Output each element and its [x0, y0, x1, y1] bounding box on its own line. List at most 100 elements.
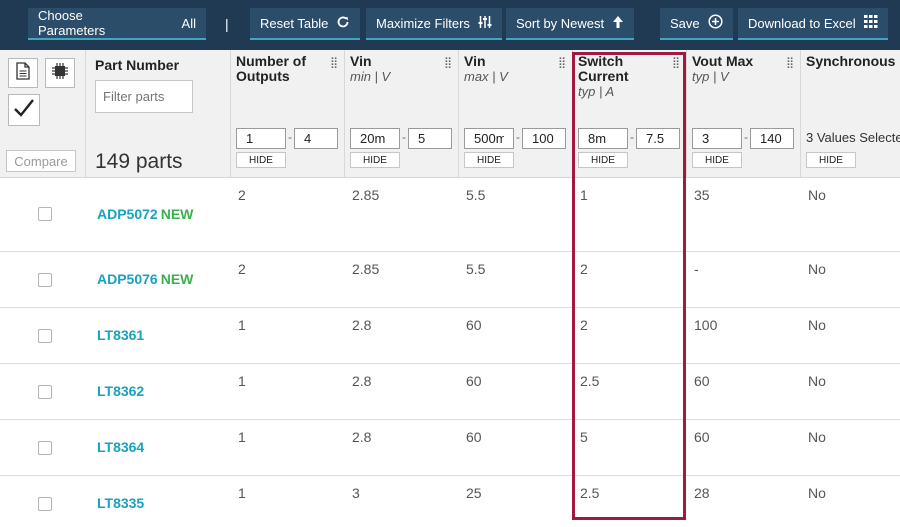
column-header-outputs[interactable]: Number of Outputs: [236, 54, 306, 84]
cell-switch-current: 2.5: [580, 485, 600, 501]
part-link[interactable]: LT8335: [97, 495, 144, 511]
vin-max-max-input[interactable]: [522, 128, 566, 149]
part-link[interactable]: LT8361: [97, 327, 144, 343]
part-number-header[interactable]: Part Number: [95, 57, 179, 73]
drag-handle-icon[interactable]: ⣿: [558, 56, 566, 69]
reset-table-button[interactable]: Reset Table: [250, 8, 361, 40]
vout-max-max-input[interactable]: [750, 128, 794, 149]
column-header-switch-current[interactable]: Switch Current typ | A: [578, 53, 629, 100]
download-excel-button[interactable]: Download to Excel: [738, 8, 888, 40]
cell-vout-max: 28: [694, 485, 710, 501]
drag-handle-icon[interactable]: ⣿: [672, 56, 680, 69]
column-title: Synchronous: [806, 53, 896, 69]
column-divider: [458, 50, 459, 178]
switch-current-min-input[interactable]: [578, 128, 628, 149]
checkmark-icon: [13, 98, 35, 123]
part-link[interactable]: LT8362: [97, 383, 144, 399]
column-header-vout-max[interactable]: Vout Max typ | V: [692, 53, 754, 85]
cell-vin-max: 5.5: [466, 187, 486, 203]
column-title: Switch: [578, 53, 624, 69]
part-number: LT8335: [97, 495, 145, 511]
column-subtitle: typ | A: [578, 84, 615, 99]
table-header: Compare Part Number 149 parts Number of …: [0, 50, 900, 178]
row-checkbox[interactable]: [38, 441, 52, 455]
select-all-button[interactable]: [8, 94, 40, 126]
part-link[interactable]: LT8364: [97, 439, 144, 455]
column-header-vin-max[interactable]: Vin max | V: [464, 54, 508, 85]
hide-outputs-button[interactable]: HIDE: [236, 152, 286, 168]
part-number: LT8362: [97, 383, 145, 399]
vin-min-min-input[interactable]: [350, 128, 400, 149]
hide-vout-max-button[interactable]: HIDE: [692, 152, 742, 168]
outputs-min-input[interactable]: [236, 128, 286, 149]
row-checkbox[interactable]: [38, 207, 52, 221]
cell-vout-max: 100: [694, 317, 718, 333]
choose-parameters-button[interactable]: Choose Parameters All: [28, 8, 206, 40]
vin-min-max-input[interactable]: [408, 128, 452, 149]
hide-vin-min-button[interactable]: HIDE: [350, 152, 400, 168]
outputs-max-input[interactable]: [294, 128, 338, 149]
row-checkbox[interactable]: [38, 273, 52, 287]
drag-handle-icon[interactable]: ⣿: [786, 56, 794, 69]
sort-by-newest-button[interactable]: Sort by Newest: [506, 8, 635, 40]
cell-outputs: 1: [238, 485, 246, 501]
cell-vout-max: 35: [694, 187, 710, 203]
synchronous-values-dropdown[interactable]: 3 Values Selected: [806, 130, 900, 145]
column-divider: [686, 50, 687, 178]
vout-max-min-input[interactable]: [692, 128, 742, 149]
drag-handle-icon[interactable]: ⣿: [444, 56, 452, 69]
choose-parameters-label: Choose Parameters: [38, 8, 106, 38]
cell-switch-current: 2.5: [580, 373, 600, 389]
table-row: ADP5072 NEW 2 2.85 5.5 1 35 No: [0, 178, 900, 252]
table-row: LT8361 1 2.8 60 2 100 No: [0, 308, 900, 364]
toolbar: Choose Parameters All | Reset Table Maxi…: [0, 0, 900, 50]
chip-view-button[interactable]: [45, 58, 75, 88]
cell-vin-min: 2.85: [352, 187, 380, 203]
column-divider: [230, 50, 231, 178]
part-link[interactable]: ADP5072 NEW: [97, 206, 193, 222]
cell-switch-current: 2: [580, 261, 588, 277]
row-checkbox[interactable]: [38, 497, 52, 511]
cell-switch-current: 5: [580, 429, 588, 445]
hide-switch-current-button[interactable]: HIDE: [578, 152, 628, 168]
part-link[interactable]: ADP5076 NEW: [97, 271, 193, 287]
row-checkbox[interactable]: [38, 329, 52, 343]
drag-handle-icon[interactable]: ⣿: [330, 56, 338, 69]
document-view-button[interactable]: [8, 58, 38, 88]
table-row: LT8335 1 3 25 2.5 28 No: [0, 476, 900, 527]
cell-vin-min: 2.85: [352, 261, 380, 277]
chip-icon: [51, 62, 69, 85]
cell-vin-max: 60: [466, 317, 482, 333]
column-header-synchronous[interactable]: Synchronous: [806, 54, 895, 69]
column-header-vin-min[interactable]: Vin min | V: [350, 53, 390, 85]
vin-max-min-input[interactable]: [464, 128, 514, 149]
cell-vin-max: 60: [466, 373, 482, 389]
hide-vin-max-button[interactable]: HIDE: [464, 152, 514, 168]
column-title: Vout Max: [692, 53, 754, 69]
column-title: Vin: [350, 53, 372, 69]
row-checkbox[interactable]: [38, 385, 52, 399]
column-divider: [572, 50, 573, 178]
maximize-filters-button[interactable]: Maximize Filters: [366, 8, 502, 40]
cell-outputs: 2: [238, 261, 246, 277]
cell-switch-current: 2: [580, 317, 588, 333]
column-title: Number of: [236, 53, 306, 69]
column-title-line2: Current: [578, 68, 629, 84]
switch-current-max-input[interactable]: [636, 128, 680, 149]
range-dash: -: [630, 130, 634, 144]
cell-vin-max: 5.5: [466, 261, 486, 277]
filter-parts-input[interactable]: [95, 80, 193, 113]
cell-vout-max: -: [694, 261, 699, 277]
cell-vin-min: 3: [352, 485, 360, 501]
compare-button[interactable]: Compare: [6, 150, 76, 172]
column-subtitle: typ | V: [692, 69, 729, 84]
toolbar-separator: |: [225, 16, 229, 32]
range-dash: -: [744, 130, 748, 144]
sliders-icon: [478, 15, 492, 32]
cell-vout-max: 60: [694, 429, 710, 445]
save-button[interactable]: Save: [660, 8, 733, 40]
refresh-icon: [336, 15, 350, 32]
hide-synchronous-button[interactable]: HIDE: [806, 152, 856, 168]
table-row: ADP5076 NEW 2 2.85 5.5 2 - No: [0, 252, 900, 308]
column-subtitle: max | V: [464, 69, 508, 84]
